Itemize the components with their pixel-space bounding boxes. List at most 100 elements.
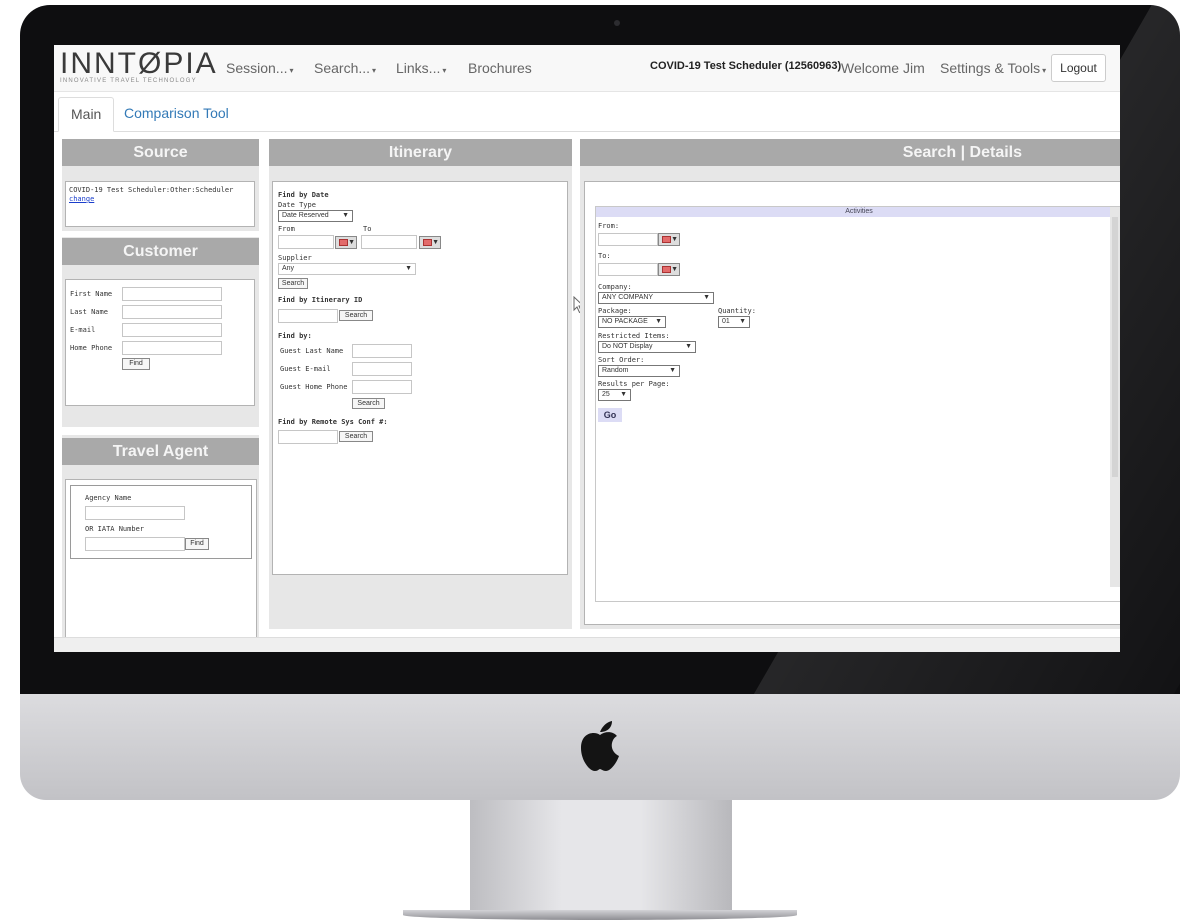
source-title: Source: [62, 139, 259, 166]
itinerary-id-input[interactable]: [278, 309, 338, 323]
calendar-glyph: [423, 239, 432, 246]
to-date-input[interactable]: [361, 235, 417, 249]
nav-settings-label: Settings & Tools: [940, 60, 1041, 76]
date-type-label: Date Type: [278, 201, 316, 209]
remote-conf-input[interactable]: [278, 430, 338, 444]
monitor-stand-base: [403, 910, 797, 920]
guest-last-name-input[interactable]: [352, 344, 412, 358]
date-type-value: Date Reserved: [282, 212, 329, 219]
guest-email-input[interactable]: [352, 362, 412, 376]
nav-session-menu[interactable]: Session... ▾: [226, 60, 294, 76]
source-change-link[interactable]: change: [69, 195, 94, 203]
dropdown-arrow-icon: ▼: [671, 236, 678, 243]
from-label: From: [278, 225, 295, 233]
from-date-input[interactable]: [278, 235, 334, 249]
package-label: Package:: [598, 307, 632, 315]
package-value: NO PACKAGE: [602, 318, 648, 325]
remote-search-button[interactable]: Search: [339, 431, 373, 442]
welcome-text: Welcome Jim: [841, 60, 925, 76]
supplier-select[interactable]: Any ▼: [278, 263, 416, 275]
last-name-input[interactable]: [122, 305, 222, 319]
brand-name: INNTØPIA: [60, 47, 218, 80]
email-label: E-mail: [70, 326, 96, 334]
logout-button[interactable]: Logout: [1051, 54, 1106, 82]
itinerary-title: Itinerary: [269, 139, 572, 166]
customer-box: First Name Last Name E-mail Home Phone F…: [65, 279, 255, 406]
calendar-icon[interactable]: ▼: [658, 233, 680, 246]
itinerary-id-search-button[interactable]: Search: [339, 310, 373, 321]
calendar-icon[interactable]: ▼: [658, 263, 680, 276]
date-type-select[interactable]: Date Reserved ▼: [278, 210, 353, 222]
email-input[interactable]: [122, 323, 222, 337]
camera: [614, 20, 620, 26]
apple-logo-icon: [581, 721, 619, 771]
from-date-input[interactable]: [598, 233, 658, 246]
scrollbar-track[interactable]: [1110, 207, 1120, 587]
company-value: ANY COMPANY: [602, 294, 654, 301]
travel-agent-panel: Travel Agent Agency Name OR IATA Number …: [62, 435, 259, 652]
dropdown-arrow-icon: ▼: [405, 265, 412, 272]
inntopia-logo[interactable]: INNTØPIA INNOVATIVE TRAVEL TECHNOLOGY: [60, 47, 218, 84]
guest-home-phone-label: Guest Home Phone: [280, 383, 348, 391]
bottom-strip: [54, 637, 1120, 652]
nav-links-menu[interactable]: Links... ▾: [396, 60, 446, 76]
nav-brochures[interactable]: Brochures: [468, 60, 532, 76]
tab-main[interactable]: Main: [58, 97, 115, 132]
nav-session-label: Session...: [226, 60, 288, 76]
guest-search-button[interactable]: Search: [352, 398, 385, 409]
top-navbar: INNTØPIA INNOVATIVE TRAVEL TECHNOLOGY Se…: [54, 45, 1120, 92]
source-panel: Source COVID-19 Test Scheduler:Other:Sch…: [62, 139, 259, 231]
from-label: From:: [598, 222, 620, 230]
date-search-button[interactable]: Search: [278, 278, 308, 289]
search-details-box: Activities From: ▼ To: ▼ Company: ANY CO…: [584, 181, 1120, 625]
chevron-down-icon: ▾: [372, 66, 377, 75]
restricted-items-label: Restricted Items:: [598, 332, 670, 340]
iata-input[interactable]: [85, 537, 185, 551]
guest-email-label: Guest E-mail: [280, 365, 331, 373]
go-button[interactable]: Go: [598, 408, 622, 422]
sort-order-select[interactable]: Random ▼: [598, 365, 680, 377]
monitor-stand: [470, 800, 732, 912]
calendar-glyph: [339, 239, 348, 246]
nav-settings-menu[interactable]: Settings & Tools ▾: [940, 60, 1046, 76]
to-date-input[interactable]: [598, 263, 658, 276]
scrollbar-thumb[interactable]: [1112, 217, 1118, 477]
agency-name-input[interactable]: [85, 506, 185, 520]
company-select[interactable]: ANY COMPANY ▼: [598, 292, 714, 304]
travel-agent-title: Travel Agent: [62, 438, 259, 465]
iata-label: OR IATA Number: [85, 525, 145, 533]
dropdown-arrow-icon: ▼: [671, 266, 678, 273]
nav-search-menu[interactable]: Search... ▾: [314, 60, 376, 76]
results-per-page-value: 25: [602, 391, 610, 398]
source-text: COVID-19 Test Scheduler:Other:Scheduler: [69, 186, 234, 194]
nav-search-label: Search...: [314, 60, 371, 76]
activities-frame: Activities From: ▼ To: ▼ Company: ANY CO…: [595, 206, 1120, 602]
package-select[interactable]: NO PACKAGE ▼: [598, 316, 666, 328]
dropdown-arrow-icon: ▼: [703, 294, 710, 301]
home-phone-label: Home Phone: [70, 344, 113, 352]
calendar-icon[interactable]: ▼: [335, 236, 357, 249]
agent-find-button[interactable]: Find: [185, 538, 209, 550]
home-phone-input[interactable]: [122, 341, 222, 355]
guest-home-phone-input[interactable]: [352, 380, 412, 394]
dropdown-arrow-icon: ▼: [669, 367, 676, 374]
travel-agent-box: Agency Name OR IATA Number Find: [65, 479, 257, 652]
find-by-remote-heading: Find by Remote Sys Conf #:: [278, 418, 388, 426]
chevron-down-icon: ▾: [1042, 66, 1047, 75]
customer-panel: Customer First Name Last Name E-mail Hom…: [62, 237, 259, 427]
calendar-glyph: [662, 236, 671, 243]
customer-find-button[interactable]: Find: [122, 358, 150, 370]
dropdown-arrow-icon: ▼: [342, 212, 349, 219]
tab-comparison-tool[interactable]: Comparison Tool: [112, 97, 241, 130]
to-label: To:: [598, 252, 611, 260]
quantity-select[interactable]: 01 ▼: [718, 316, 750, 328]
nav-links-label: Links...: [396, 60, 441, 76]
dropdown-arrow-icon: ▼: [685, 343, 692, 350]
find-by-itinerary-id-heading: Find by Itinerary ID: [278, 296, 363, 304]
restricted-items-select[interactable]: Do NOT Display ▼: [598, 341, 696, 353]
search-details-title: Search | Details: [580, 139, 1120, 166]
calendar-icon[interactable]: ▼: [419, 236, 441, 249]
results-per-page-select[interactable]: 25 ▼: [598, 389, 631, 401]
dropdown-arrow-icon: ▼: [620, 391, 627, 398]
first-name-input[interactable]: [122, 287, 222, 301]
